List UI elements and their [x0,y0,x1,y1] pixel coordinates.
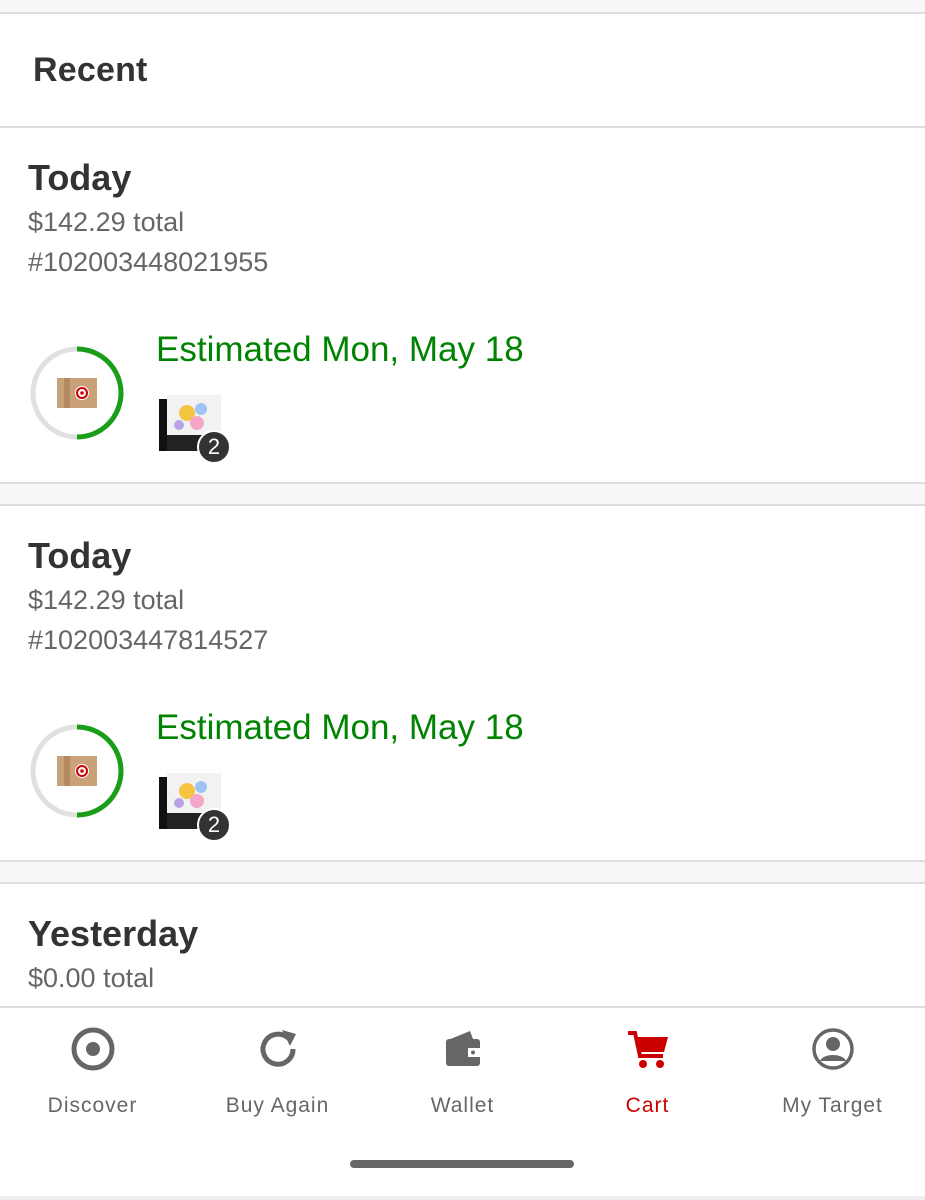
cart-icon [627,1031,668,1068]
estimated-delivery: Estimated Mon, May 18 [156,330,524,369]
quantity-badge: 2 [197,808,231,842]
bottom-edge [0,1196,925,1200]
tab-label: Cart [625,1094,670,1117]
order-date: Today [28,535,132,576]
order-number: #102003447814527 [28,625,269,655]
delivery-progress-ring [30,724,124,818]
recent-section-header: Recent [0,14,925,128]
order-history-screen: Recent Today $142.29 total #102003448021… [0,0,925,1200]
package-icon [57,378,97,408]
card-separator [0,484,925,506]
tab-wallet[interactable]: Wallet [370,1026,555,1118]
package-icon [57,756,97,786]
tab-cart[interactable]: Cart [555,1026,740,1118]
order-total: $0.00 total [28,963,155,993]
order-total: $142.29 total [28,207,185,237]
order-number: #102003448021955 [28,247,269,277]
wallet-icon [445,1031,480,1066]
delivery-progress-ring [30,346,124,440]
account-icon [811,1028,854,1070]
section-title: Recent [33,50,148,89]
tab-label: Wallet [430,1094,495,1117]
tab-label: My Target [782,1094,883,1117]
card-separator [0,862,925,884]
bottom-tab-bar: Discover Buy Again Wallet Cart My Target [0,1006,925,1200]
estimated-delivery: Estimated Mon, May 18 [156,708,524,747]
order-date: Today [28,157,132,198]
home-indicator[interactable] [350,1160,574,1168]
top-divider [0,0,925,14]
quantity-badge: 2 [197,430,231,464]
tab-discover[interactable]: Discover [0,1026,185,1118]
tab-buy-again[interactable]: Buy Again [185,1026,370,1118]
order-date: Yesterday [28,913,199,954]
tab-label: Discover [47,1094,138,1117]
tab-label: Buy Again [225,1094,330,1117]
order-total: $142.29 total [28,585,185,615]
target-logo-icon [71,1027,114,1071]
tab-my-target[interactable]: My Target [740,1026,925,1118]
refresh-icon [260,1030,296,1067]
order-card[interactable]: Today $142.29 total #102003447814527 Est… [0,506,925,862]
order-card[interactable]: Today $142.29 total #102003448021955 Est… [0,128,925,484]
